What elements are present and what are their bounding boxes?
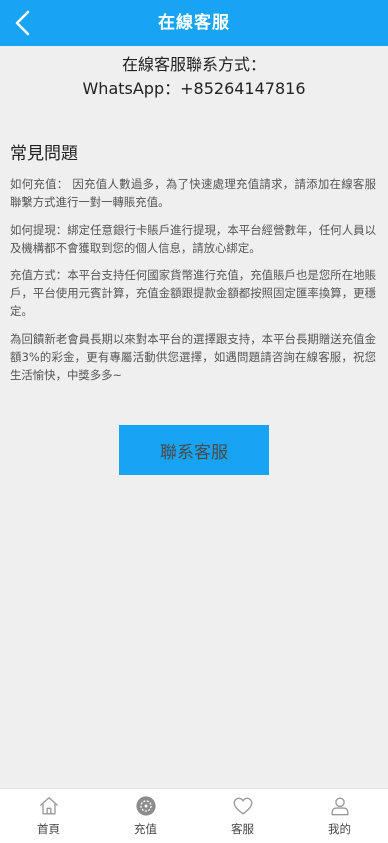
tab-profile[interactable]: 我的 xyxy=(291,789,388,843)
tab-recharge[interactable]: 充值 xyxy=(97,789,194,843)
tab-support[interactable]: 客服 xyxy=(194,789,291,843)
tab-home-label: 首頁 xyxy=(37,822,60,836)
home-icon xyxy=(38,795,60,817)
tab-support-label: 客服 xyxy=(231,822,254,836)
tab-home[interactable]: 首頁 xyxy=(0,789,97,843)
tab-recharge-label: 充值 xyxy=(134,822,157,836)
user-icon xyxy=(329,795,351,817)
faq-item-withdraw: 如何提現：綁定任意銀行卡賬戶進行提現，本平台經營數年，任何人員以及機構都不會獲取… xyxy=(10,223,376,255)
faq-title: 常見問題 xyxy=(10,144,78,164)
contact-support-button[interactable]: 聯系客服 xyxy=(119,425,269,475)
page-title: 在線客服 xyxy=(158,13,230,33)
faq-item-recharge: 如何充值： 因充值人數過多，為了快速處理充值請求，請添加在線客服聯繫方式進行一對… xyxy=(10,177,376,209)
bottom-tab-bar: 首頁 充值 客服 我的 xyxy=(0,788,388,843)
faq-item-promotion: 為回饋新老會員長期以來對本平台的選擇跟支持，本平台長期贈送充值金額3%的彩金，更… xyxy=(10,332,376,382)
faq-item-recharge-method: 充值方式：本平台支持任何國家貨幣進行充值，充值賬戶也是您所在地賬戶，平台使用元賓… xyxy=(10,268,376,318)
heart-icon xyxy=(232,795,254,817)
top-bar: 在線客服 xyxy=(0,0,388,46)
whatsapp-contact: WhatsApp：+85264147816 xyxy=(82,79,306,98)
page: 在線客服 在線客服聯系方式： WhatsApp：+85264147816 常見問… xyxy=(0,0,388,843)
contact-heading: 在線客服聯系方式： xyxy=(121,55,266,74)
tab-profile-label: 我的 xyxy=(328,822,351,836)
recharge-icon xyxy=(135,795,157,817)
